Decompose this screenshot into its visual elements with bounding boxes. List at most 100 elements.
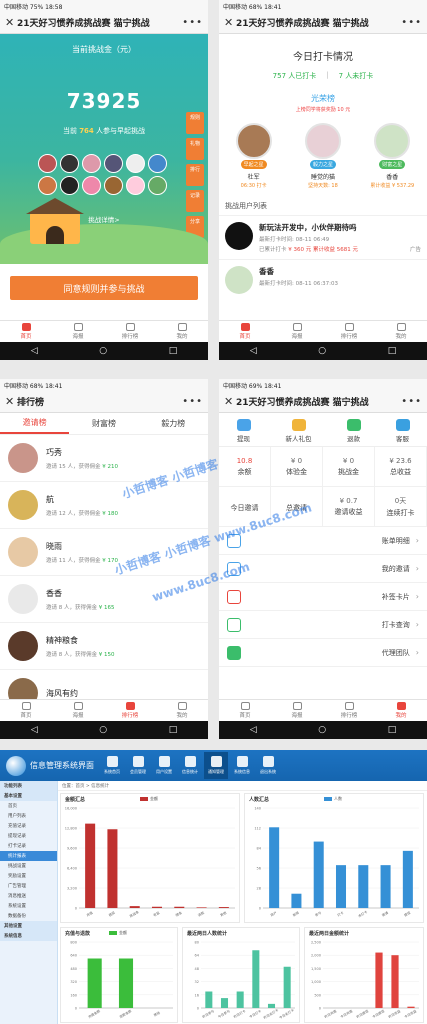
nav-item[interactable]: 会员管理 <box>126 752 150 779</box>
tab-home[interactable]: 首页 <box>219 700 271 721</box>
back-icon[interactable]: ◁ <box>31 725 38 735</box>
menu-label: 打卡查询 <box>381 620 410 629</box>
sidebar-item[interactable]: 奖励设置 <box>0 871 57 881</box>
tab-persistence[interactable]: 毅力榜 <box>139 413 208 434</box>
list-item[interactable]: 香香 最新打卡时间: 08-11 06:37:03 <box>219 259 427 300</box>
sidebar-item[interactable]: 广告管理 <box>0 881 57 891</box>
tab-ranking[interactable]: 排行榜 <box>323 321 375 342</box>
x-tick-label: 佣金 <box>174 910 183 918</box>
record-button[interactable]: 记录 <box>186 190 204 212</box>
sidebar-item[interactable]: 挑战设置 <box>0 861 57 871</box>
user-name: 航 <box>46 494 54 504</box>
sidebar-item[interactable]: 统计报表 <box>0 851 57 861</box>
menu-agent-team[interactable]: 代理团队 › <box>219 639 427 667</box>
nav-item[interactable]: 通知管理 <box>204 752 228 779</box>
gift-pack-button[interactable]: 新人礼包 <box>286 419 312 443</box>
sidebar-item[interactable]: 数据备份 <box>0 911 57 921</box>
sidebar-item[interactable]: 基本设置 <box>0 791 57 801</box>
more-icon[interactable]: ••• <box>401 17 422 28</box>
action-label: 新人礼包 <box>285 435 312 443</box>
tab-ranking[interactable]: 排行榜 <box>104 700 156 721</box>
tab-ranking[interactable]: 排行榜 <box>323 700 375 721</box>
nav-label: 信息统计 <box>182 769 198 774</box>
tab-label: 我的 <box>176 713 188 719</box>
nav-item[interactable]: 用户设置 <box>152 752 176 779</box>
close-icon[interactable]: ✕ <box>5 16 17 29</box>
menu-my-invites[interactable]: 我的邀请 › <box>219 555 427 583</box>
tab-home[interactable]: 首页 <box>0 321 52 342</box>
menu-label: 代理团队 <box>381 648 410 657</box>
user-name: 香香 <box>46 588 62 598</box>
tab-poster[interactable]: 海报 <box>52 321 104 342</box>
tab-invite[interactable]: 邀请榜 <box>0 413 70 434</box>
sidebar-item[interactable]: 首页 <box>0 801 57 811</box>
y-tick-label: 0 <box>75 1007 77 1011</box>
sidebar-item[interactable]: 充值记录 <box>0 821 57 831</box>
nav-item[interactable]: 系统信息 <box>230 752 254 779</box>
table-row[interactable]: 航邀请 12 人，获得佣金 ¥ 180 <box>0 482 208 529</box>
sidebar-item[interactable]: 功能列表 <box>0 781 57 791</box>
menu-makeup-card[interactable]: 补签卡片 › <box>219 583 427 611</box>
withdraw-button[interactable]: 提现 <box>236 419 251 443</box>
tab-poster[interactable]: 海报 <box>271 700 323 721</box>
account-stats: 10.8 余额 ¥ 0 体验金 ¥ 0 挑战金 ¥ 23.6 总收益 今日邀请 总邀请 … <box>219 447 427 527</box>
back-icon[interactable]: ◁ <box>250 346 257 356</box>
tab-mine[interactable]: 我的 <box>375 321 427 342</box>
table-row[interactable]: 精神粮食 邀请 8 人，获得佣金 ¥ 150 <box>0 623 208 670</box>
top-user-card[interactable]: 财富之星 香香 累计收益 ¥ 537.29 <box>364 123 420 189</box>
sidebar-item[interactable]: 消息推送 <box>0 891 57 901</box>
home-circle-icon[interactable]: ○ <box>318 725 326 735</box>
bar <box>196 907 207 908</box>
refund-button[interactable]: 退款 <box>346 419 361 443</box>
join-challenge-button[interactable]: 同意规则并参与挑战 <box>10 276 198 300</box>
gift-button[interactable]: 礼物 <box>186 138 204 160</box>
nav-item[interactable]: 系统首页 <box>100 752 124 779</box>
close-icon[interactable]: ✕ <box>224 16 236 29</box>
sidebar-item[interactable]: 其他设置 <box>0 921 57 931</box>
menu-checkin-query[interactable]: 打卡查询 › <box>219 611 427 639</box>
service-button[interactable]: 客服 <box>395 419 410 443</box>
sidebar-item[interactable]: 用户列表 <box>0 811 57 821</box>
tab-mine[interactable]: 我的 <box>156 700 208 721</box>
nav-label: 会员管理 <box>130 769 146 774</box>
tab-mine[interactable]: 我的 <box>156 321 208 342</box>
recents-icon[interactable]: □ <box>388 346 397 356</box>
list-item[interactable]: 新玩法开发中，小伙伴期待吗 最新打卡时间: 08-11 06:49 已累计打卡 … <box>219 215 427 259</box>
home-circle-icon[interactable]: ○ <box>99 725 107 735</box>
tab-poster[interactable]: 海报 <box>271 321 323 342</box>
recents-icon[interactable]: □ <box>169 346 178 356</box>
table-row[interactable]: 香香 邀请 8 人，获得佣金 ¥ 165 <box>0 576 208 623</box>
home-circle-icon[interactable]: ○ <box>99 346 107 356</box>
home-circle-icon[interactable]: ○ <box>318 346 326 356</box>
more-icon[interactable]: ••• <box>182 17 203 28</box>
tab-home[interactable]: 首页 <box>0 700 52 721</box>
close-icon[interactable]: ✕ <box>224 395 236 408</box>
recents-icon[interactable]: □ <box>388 725 397 735</box>
rank-button[interactable]: 排行 <box>186 164 204 186</box>
tab-wealth[interactable]: 财富榜 <box>69 413 138 434</box>
nav-item[interactable]: 信息统计 <box>178 752 202 779</box>
back-icon[interactable]: ◁ <box>31 346 38 356</box>
commission: ¥ 150 <box>98 651 115 658</box>
sidebar-item[interactable]: 打卡记录 <box>0 841 57 851</box>
menu-bill-details[interactable]: 账单明细 › <box>219 527 427 555</box>
tab-mine[interactable]: 我的 <box>375 700 427 721</box>
back-icon[interactable]: ◁ <box>250 725 257 735</box>
recents-icon[interactable]: □ <box>169 725 178 735</box>
sidebar-item[interactable]: 提现记录 <box>0 831 57 841</box>
table-row[interactable]: 晓雨 邀请 11 人，获得佣金 ¥ 170 <box>0 529 208 576</box>
sidebar-item[interactable]: 系统信息 <box>0 931 57 941</box>
more-icon[interactable]: ••• <box>182 396 203 407</box>
sidebar-item[interactable]: 系统设置 <box>0 901 57 911</box>
more-icon[interactable]: ••• <box>401 396 422 407</box>
nav-item[interactable]: 退出系统 <box>256 752 280 779</box>
tab-ranking[interactable]: 排行榜 <box>104 321 156 342</box>
avatar <box>104 154 123 173</box>
table-row[interactable]: 巧秀 邀请 15 人，获得佣金 ¥ 210 <box>0 435 208 482</box>
top-user-card[interactable]: 早起之星 杜军 06:30 打卡 <box>226 123 282 189</box>
tab-poster[interactable]: 海报 <box>52 700 104 721</box>
close-icon[interactable]: ✕ <box>5 395 17 408</box>
tab-home[interactable]: 首页 <box>219 321 271 342</box>
top-user-card[interactable]: 毅力之星 睡觉的猫 坚持天数: 18 <box>295 123 351 189</box>
rules-button[interactable]: 规则 <box>186 112 204 134</box>
